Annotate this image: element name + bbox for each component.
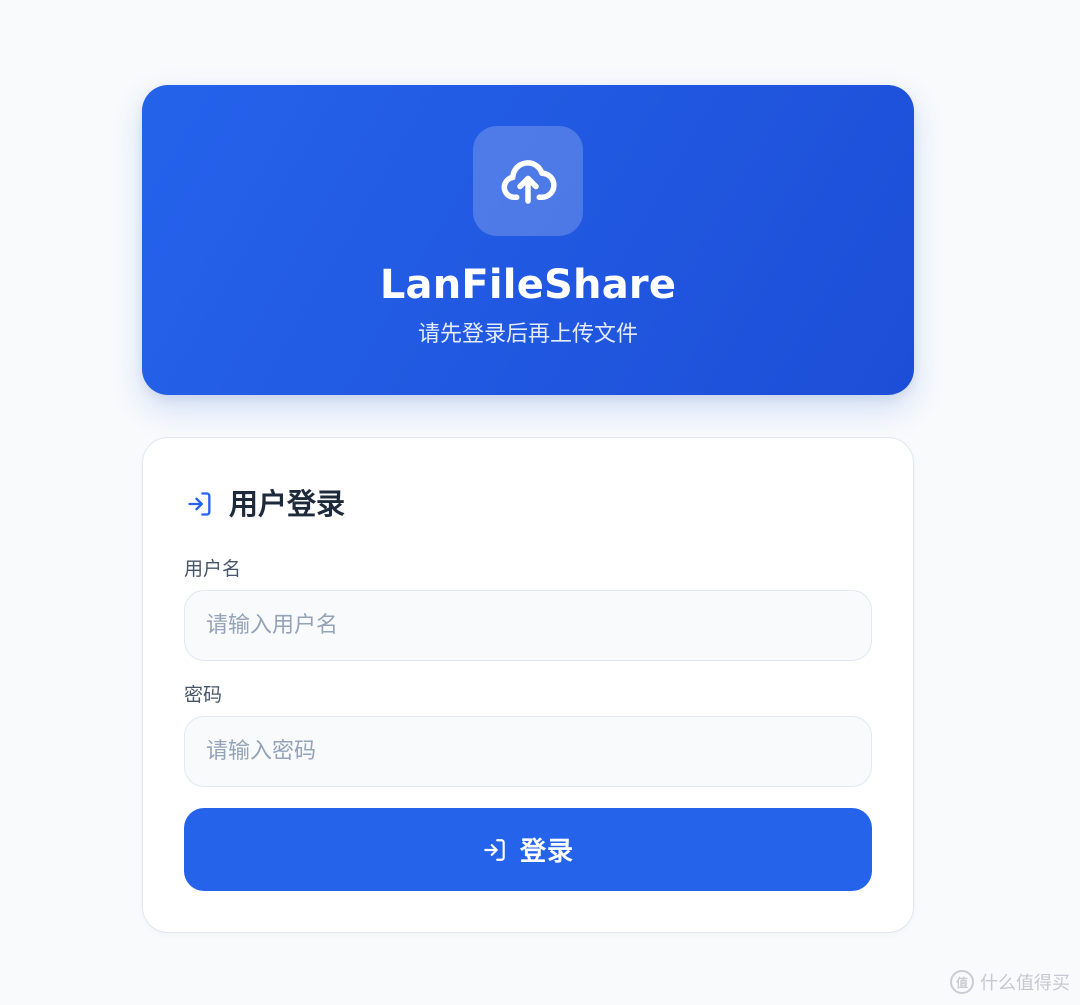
login-card-header: 用户登录 (185, 484, 345, 524)
login-card: 用户登录 用户名 密码 登录 (142, 437, 914, 933)
watermark-text: 什么值得买 (980, 973, 1070, 994)
password-label: 密码 (184, 684, 223, 706)
watermark-logo-icon: 值 (950, 970, 974, 994)
app-subtitle: 请先登录后再上传文件 (417, 322, 638, 347)
password-input[interactable] (184, 716, 872, 787)
username-input[interactable] (184, 590, 872, 661)
app-logo-tile (473, 126, 583, 236)
login-icon (185, 489, 215, 519)
username-label: 用户名 (184, 558, 242, 580)
login-button[interactable]: 登录 (184, 808, 872, 891)
app-title: LanFileShare (379, 262, 677, 308)
login-button-label: 登录 (519, 837, 574, 867)
watermark: 值 什么值得买 (950, 969, 1070, 995)
hero-banner: LanFileShare 请先登录后再上传文件 (142, 85, 914, 395)
cloud-upload-icon (498, 151, 558, 211)
login-icon (482, 837, 508, 863)
login-title: 用户登录 (229, 487, 346, 521)
